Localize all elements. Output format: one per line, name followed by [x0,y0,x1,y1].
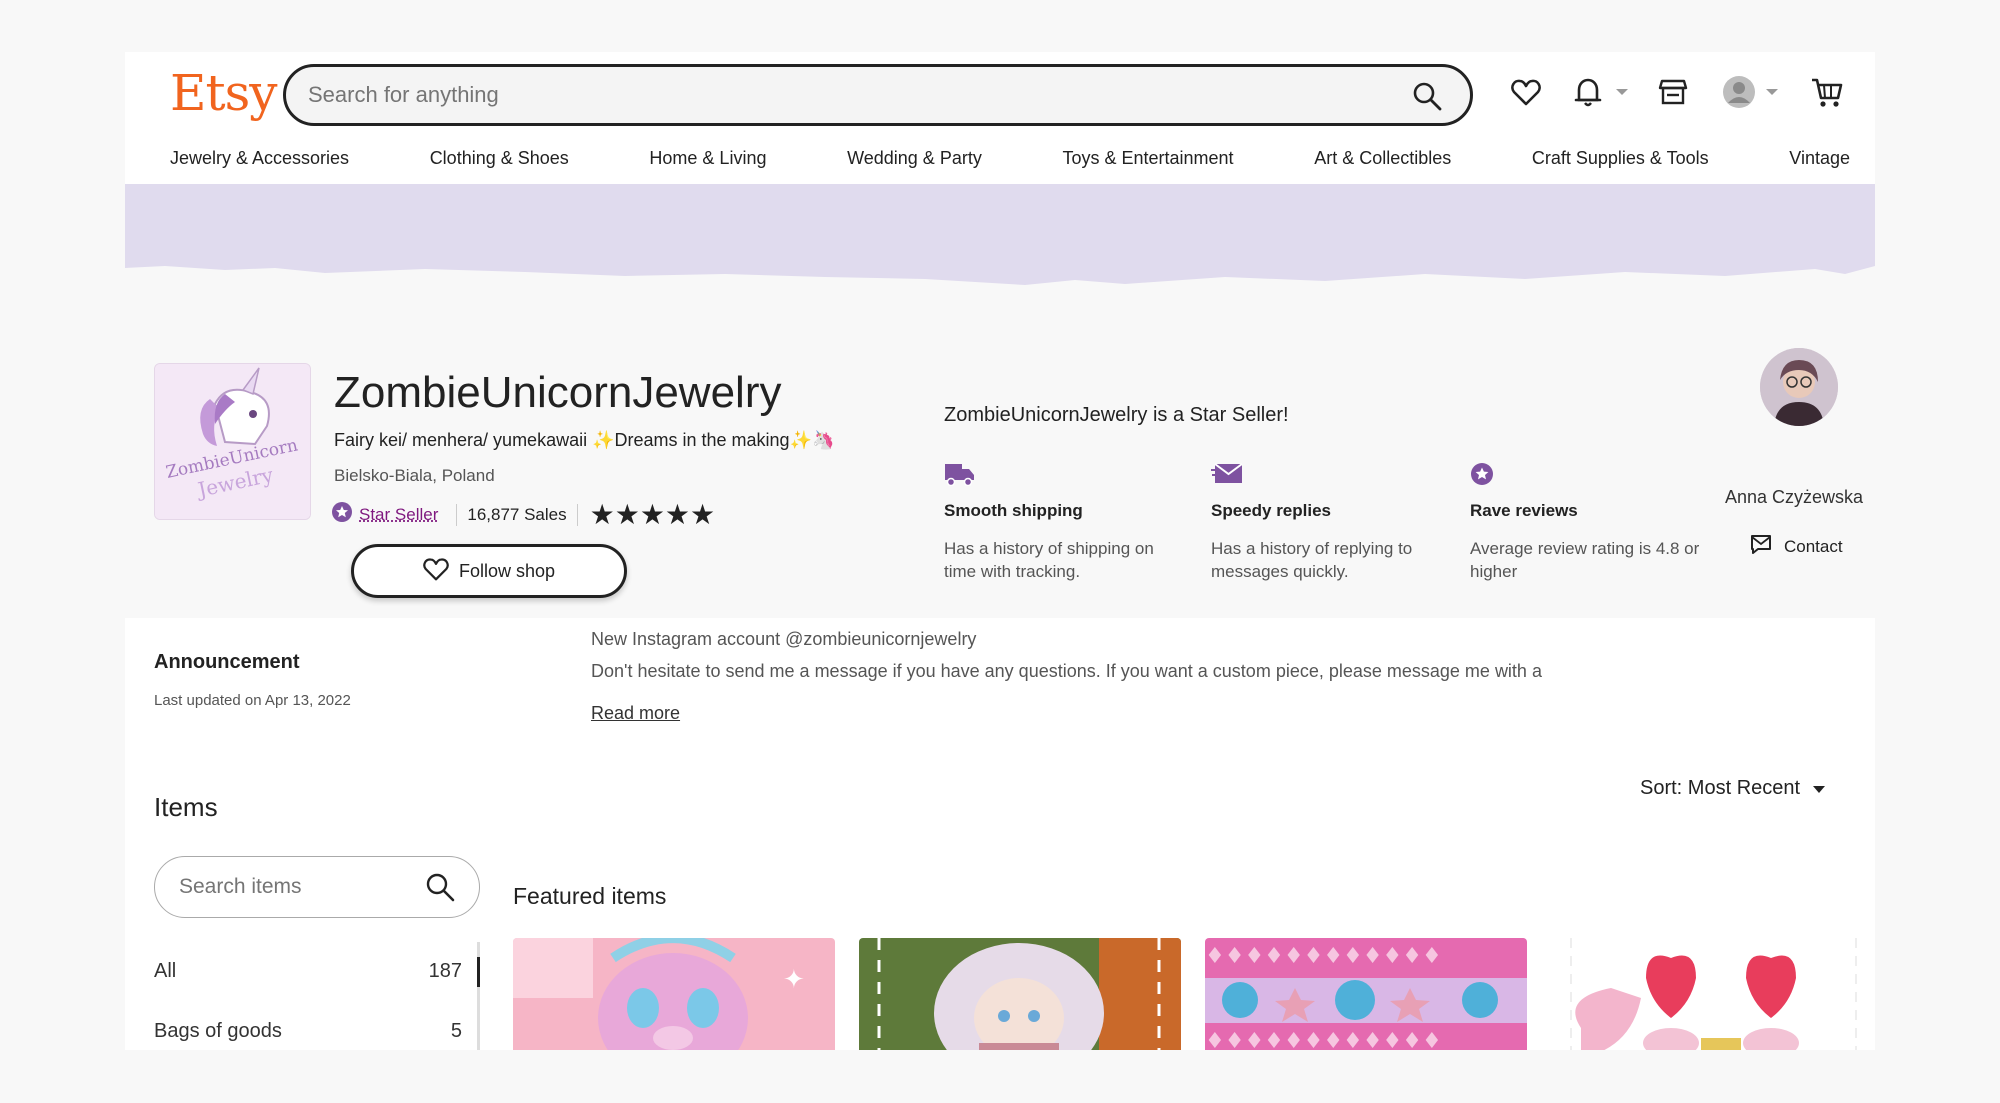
featured-items-heading: Featured items [513,883,667,909]
announcement-heading: Announcement [154,651,300,673]
contact-button[interactable]: Contact [1750,534,1843,559]
category-link[interactable]: Art & Collectibles [1314,148,1451,178]
main-search-bar[interactable] [283,64,1473,126]
divider [456,503,458,526]
feature-desc: Has a history of shipping on time with t… [944,539,1154,581]
featured-item-image[interactable] [859,938,1181,1050]
section-item-bags-of-goods[interactable]: Bags of goods 5 [154,1020,462,1043]
star-seller-title: ZombieUnicornJewelry is a Star Seller! [944,404,1289,426]
feature-rave-reviews: Rave reviews Average review rating is 4.… [1470,462,1700,583]
section-count: 5 [450,1020,462,1042]
category-link[interactable]: Clothing & Shoes [430,148,569,178]
category-nav: Jewelry & Accessories Clothing & Shoes H… [170,148,1850,178]
category-link[interactable]: Vintage [1789,148,1850,178]
star-seller-badge-icon [331,501,353,528]
caret-down-icon [1812,777,1826,800]
rating-stars[interactable]: ★★★★★ [590,498,716,531]
announcement-line: New Instagram account @zombieunicornjewe… [591,629,977,649]
svg-text:♦♦♦♦♦♦♦♦♦♦♦♦: ♦♦♦♦♦♦♦♦♦♦♦♦ [1205,944,1442,969]
shop-tagline: Fairy kei/ menhera/ yumekawaii ✨Dreams i… [334,430,835,450]
section-count: 187 [428,960,462,982]
truck-icon [944,464,976,490]
divider [576,503,578,526]
sort-label: Sort: Most Recent [1640,777,1801,799]
category-link[interactable]: Craft Supplies & Tools [1532,148,1709,178]
shop-name: ZombieUnicornJewelry [334,368,782,417]
shop-manager-icon[interactable] [1658,72,1688,112]
favorites-heart-icon[interactable] [1511,72,1541,112]
read-more-link[interactable]: Read more [591,703,680,724]
star-badge-icon [1470,463,1496,490]
chevron-down-icon[interactable] [1765,72,1779,112]
category-link[interactable]: Jewelry & Accessories [170,148,349,178]
notifications-bell-icon[interactable] [1573,72,1603,112]
follow-shop-label: Follow shop [458,560,556,581]
items-heading: Items [154,792,218,822]
message-icon [1750,534,1772,559]
heart-icon [423,557,449,586]
follow-shop-button[interactable]: Follow shop [351,544,627,598]
search-icon[interactable] [425,872,455,907]
shop-banner [125,184,1875,285]
feature-desc: Average review rating is 4.8 or higher [1470,539,1700,581]
etsy-logo[interactable]: Etsy [170,64,277,122]
featured-item-image[interactable] [1551,938,1873,1050]
search-icon[interactable] [1412,81,1442,116]
feature-speedy-replies: Speedy replies Has a history of replying… [1211,462,1441,583]
shop-meta: Star Seller 16,877 Sales ★★★★★ [331,498,715,531]
section-name: Bags of goods [154,1020,282,1042]
feature-title: Speedy replies [1211,501,1332,520]
contact-label: Contact [1784,536,1843,556]
star-seller-link[interactable]: Star Seller [359,505,438,525]
section-name: All [154,960,177,982]
page-card: Etsy Jewelry & Accesso [125,52,1875,1050]
owner-name: Anna Czyżewska [1725,487,1864,507]
shop-location: Bielsko-Biala, Poland [334,466,495,485]
chevron-down-icon[interactable] [1615,72,1629,112]
feature-title: Rave reviews [1470,501,1578,520]
category-link[interactable]: Wedding & Party [847,148,982,178]
feature-title: Smooth shipping [944,501,1083,520]
shop-logo: ZombieUnicorn Jewelry [154,363,311,520]
owner-avatar[interactable] [1760,348,1838,426]
category-link[interactable]: Home & Living [649,148,766,178]
featured-item-image[interactable]: ✦ [513,938,835,1050]
featured-item-image[interactable]: ♦♦♦♦♦♦♦♦♦♦♦♦ ♦♦♦♦♦♦♦♦♦♦♦♦ [1205,938,1527,1050]
feature-desc: Has a history of replying to messages qu… [1211,539,1413,581]
section-item-all[interactable]: All 187 [154,960,462,983]
items-search-input[interactable] [179,873,409,901]
announcement-line: Don't hesitate to send me a message if y… [591,661,1542,681]
envelope-icon [1211,463,1243,490]
announcement-updated: Last updated on Apr 13, 2022 [154,692,351,709]
sort-dropdown[interactable]: Sort: Most Recent [1640,777,1826,800]
feature-smooth-shipping: Smooth shipping Has a history of shippin… [944,462,1174,583]
account-avatar-icon[interactable] [1722,72,1756,112]
svg-text:✦: ✦ [783,965,805,995]
items-search-bar[interactable] [154,856,480,918]
sales-count: 16,877 Sales [467,504,567,524]
svg-text:♦♦♦♦♦♦♦♦♦♦♦♦: ♦♦♦♦♦♦♦♦♦♦♦♦ [1205,1029,1442,1050]
etsy-shop-page: Etsy Jewelry & Accesso [0,0,2000,1103]
category-link[interactable]: Toys & Entertainment [1062,148,1233,178]
section-active-indicator [477,957,480,987]
main-search-input[interactable] [308,80,1368,110]
cart-icon[interactable] [1810,72,1844,112]
